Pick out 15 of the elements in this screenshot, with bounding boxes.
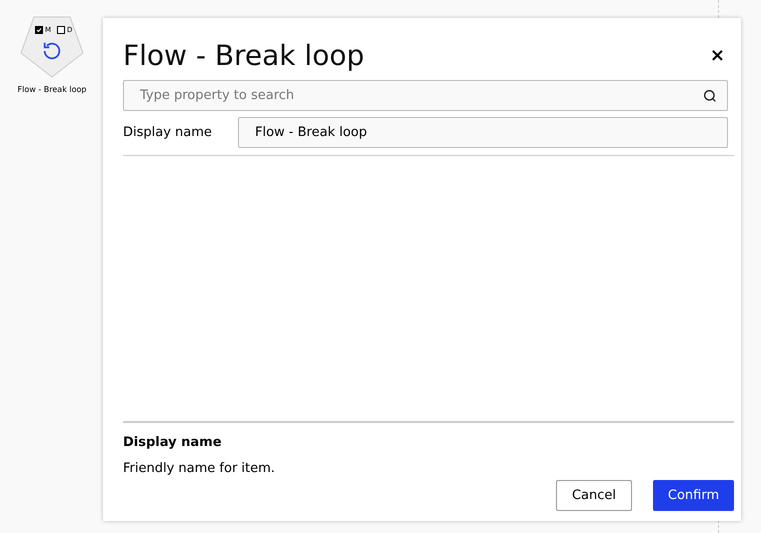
confirm-button[interactable]: Confirm [653,480,734,511]
search-icon [702,88,718,104]
help-title: Display name [123,434,223,452]
search-field[interactable]: Type property to search [123,80,728,111]
help-text: Friendly name for item. [123,460,276,478]
checkbox[interactable] [57,26,66,34]
undo-icon [41,40,63,62]
close-button[interactable]: × [710,47,725,65]
node-label: Flow - Break loop [18,84,86,96]
pentagon-node-shape[interactable] [20,16,84,78]
cancel-button[interactable]: Cancel [556,480,632,511]
field-label: Display name [123,124,213,142]
display-name-field[interactable]: Flow - Break loop [238,117,728,148]
checkbox[interactable] [35,26,43,34]
dialog-title: Flow - Break loop [123,38,364,74]
